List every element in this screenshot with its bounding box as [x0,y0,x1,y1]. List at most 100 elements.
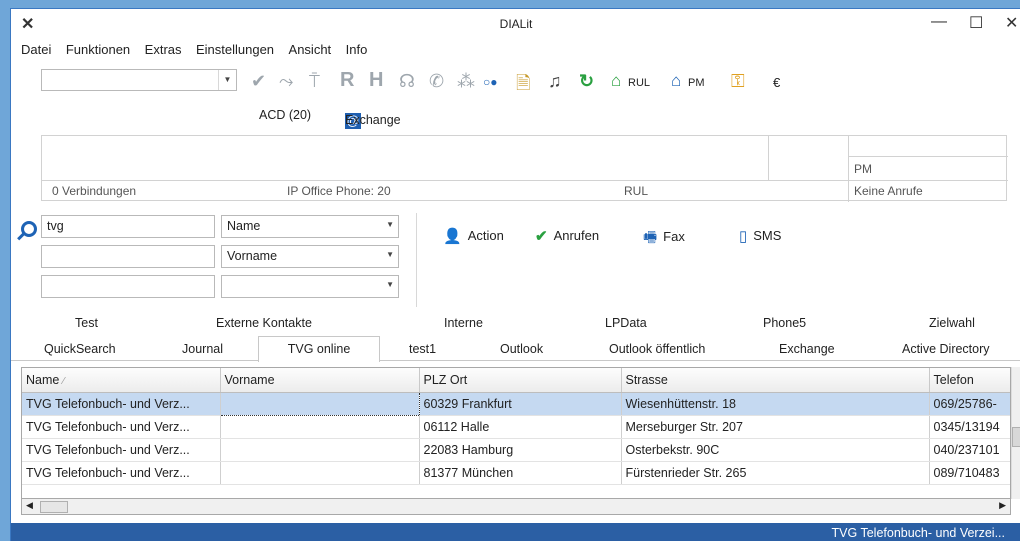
redial-icon[interactable]: R [340,69,354,92]
title-bar: ✕ DIALit — ☐ ✕ [11,9,1020,39]
menu-datei[interactable]: Datei [21,42,51,57]
search-field-select-1[interactable]: Name ▼ [221,215,399,238]
column-header-plz-ort[interactable]: PLZ Ort [419,368,622,393]
scroll-right-icon[interactable]: ▶ [999,500,1006,511]
call-button[interactable]: ✔ Anrufen [535,227,599,245]
cell-plz-ort[interactable]: 06112 Halle [419,415,622,439]
action-button[interactable]: 👤 Action [443,227,504,245]
tab-externe-kontakte[interactable]: Externe Kontakte [216,316,312,330]
cell-name[interactable]: TVG Telefonbuch- und Verz... [22,438,221,462]
cell-strasse[interactable]: Osterbekstr. 90C [621,438,930,462]
menu-funktionen[interactable]: Funktionen [66,42,130,57]
cell-vorname[interactable] [220,415,420,439]
cell-telefon[interactable]: 089/710483 [929,461,1010,485]
cell-name[interactable]: TVG Telefonbuch- und Verz... [22,461,221,485]
hold-icon[interactable]: H [369,69,383,92]
chevron-down-icon[interactable]: ▼ [386,220,394,229]
search-field-select-3[interactable]: ▼ [221,275,399,298]
headset-icon[interactable]: ☊ [399,71,415,92]
search-input[interactable]: tvg [41,215,215,238]
search-input-2[interactable] [41,245,215,268]
hangup-icon[interactable]: ⍑ [309,71,320,92]
menu-ansicht[interactable]: Ansicht [289,42,332,57]
euro-icon[interactable]: € [773,75,780,90]
search-input-3[interactable] [41,275,215,298]
tab-quicksearch[interactable]: QuickSearch [44,342,116,356]
menu-einstellungen[interactable]: Einstellungen [196,42,274,57]
tab-test1[interactable]: test1 [409,342,436,356]
cell-telefon[interactable]: 040/237101 [929,438,1010,462]
status-bar: TVG Telefonbuch- und Verzei... [11,523,1020,541]
cell-name[interactable]: TVG Telefonbuch- und Verz... [22,415,221,439]
table-row[interactable]: TVG Telefonbuch- und Verz... 81377 Münch… [22,461,1010,485]
column-header-name[interactable]: Name ⁄ [22,368,221,393]
calls-status: Keine Anrufe [854,184,923,198]
scroll-thumb[interactable] [40,501,68,513]
pm-label[interactable]: PM [688,77,705,89]
table-row[interactable]: TVG Telefonbuch- und Verz... 22083 Hambu… [22,438,1010,462]
results-grid[interactable]: Name ⁄ Vorname PLZ Ort Strasse Telefon T… [21,367,1011,499]
tab-exchange[interactable]: Exchange [779,342,835,356]
maximize-button[interactable]: ☐ [969,13,983,33]
vertical-scrollbar[interactable] [1011,367,1020,499]
menu-info[interactable]: Info [346,42,368,57]
search-field-select-2[interactable]: Vorname ▼ [221,245,399,268]
history-icon[interactable]: ↻ [579,71,594,92]
cell-vorname[interactable] [220,461,420,485]
column-header-telefon[interactable]: Telefon [929,368,1010,393]
number-combo[interactable]: ▼ [41,69,237,91]
minimize-button[interactable]: — [931,13,947,31]
tab-interne[interactable]: Interne [444,316,483,330]
chevron-down-icon[interactable]: ▼ [386,280,394,289]
tab-active-directory[interactable]: Active Directory [902,342,990,356]
fax-button[interactable]: 🖷 Fax [643,227,685,252]
cell-strasse[interactable]: Fürstenrieder Str. 265 [621,461,930,485]
cell-telefon[interactable]: 069/25786- [929,392,1010,416]
home-blue-icon[interactable]: ⌂ [671,71,681,91]
menu-extras[interactable]: Extras [145,42,182,57]
phone-icon: ▯ [739,228,748,245]
tab-lpdata[interactable]: LPData [605,316,647,330]
cell-strasse[interactable]: Wiesenhüttenstr. 18 [621,392,930,416]
tab-test[interactable]: Test [75,316,98,330]
cell-name[interactable]: TVG Telefonbuch- und Verz... [22,392,221,416]
table-row[interactable]: TVG Telefonbuch- und Verz... 06112 Halle… [22,415,1010,439]
scroll-thumb[interactable] [1012,427,1020,447]
sms-button[interactable]: ▯ SMS [739,227,781,245]
tab-outlook-oeffentlich[interactable]: Outlook öffentlich [609,342,705,356]
cell-plz-ort[interactable]: 81377 München [419,461,622,485]
scroll-left-icon[interactable]: ◀ [26,500,33,511]
conference-icon[interactable]: ✆ [429,71,444,92]
close-button[interactable]: ✕ [1005,13,1018,33]
column-header-vorname[interactable]: Vorname [220,368,420,393]
chevron-down-icon[interactable]: ▼ [218,70,236,90]
column-header-strasse[interactable]: Strasse [621,368,930,393]
tab-zielwahl[interactable]: Zielwahl [929,316,975,330]
home-green-icon[interactable]: ⌂ [611,71,621,91]
status-bar-text: TVG Telefonbuch- und Verzei... [831,526,1005,540]
cell-plz-ort[interactable]: 22083 Hamburg [419,438,622,462]
group-icon[interactable]: ⁂ [457,71,475,92]
cell-telefon[interactable]: 0345/13194 [929,415,1010,439]
tab-outlook[interactable]: Outlook [500,342,543,356]
chevron-down-icon[interactable]: ▼ [386,250,394,259]
accept-icon[interactable]: ✔ [251,71,266,92]
record-icon[interactable]: ○● [483,75,498,89]
table-row[interactable]: TVG Telefonbuch- und Verz... 60329 Frank… [22,391,1010,416]
cell-strasse[interactable]: Merseburger Str. 207 [621,415,930,439]
cell-vorname[interactable] [220,438,420,462]
connections-count: 0 Verbindungen [52,184,137,198]
phone-status: IP Office Phone: 20 [287,184,391,198]
acd-button[interactable]: ACD (20) [259,108,311,122]
notes-icon[interactable]: 🗎 [516,71,530,101]
key-icon[interactable]: ⚿ [731,71,745,92]
tab-phone5[interactable]: Phone5 [763,316,806,330]
cell-vorname[interactable] [219,391,420,416]
cell-plz-ort[interactable]: 60329 Frankfurt [419,392,622,416]
music-icon[interactable]: ♫ [548,71,562,92]
tab-journal[interactable]: Journal [182,342,223,356]
transfer-icon[interactable]: ⤳ [279,71,293,92]
horizontal-scrollbar[interactable]: ◀ ▶ [21,499,1011,515]
rul-label[interactable]: RUL [628,77,650,89]
tab-tvg-online[interactable]: TVG online [258,336,380,362]
